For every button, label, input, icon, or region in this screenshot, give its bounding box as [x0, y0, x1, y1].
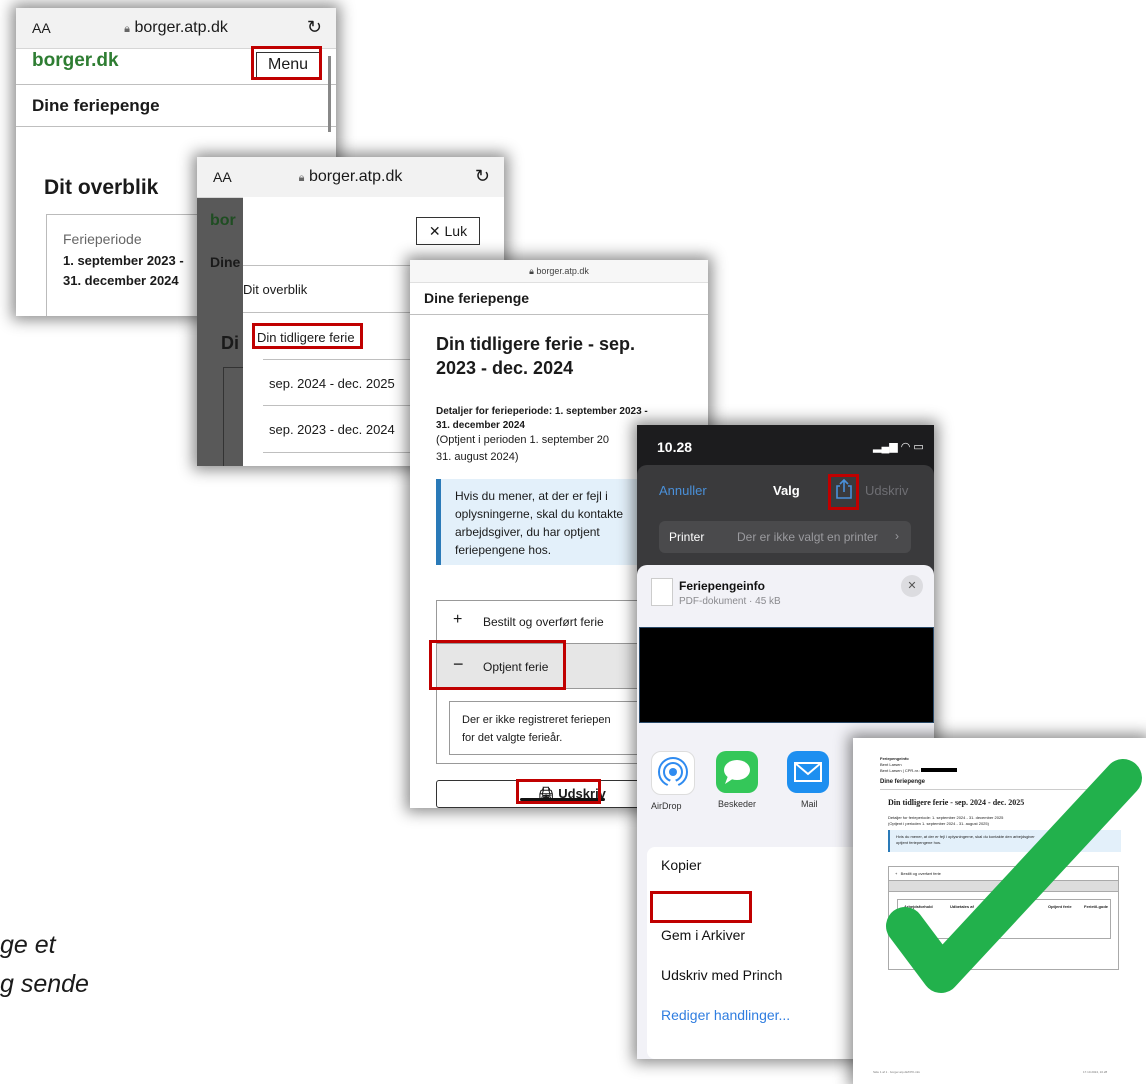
app-label: AirDrop — [651, 801, 682, 811]
close-button[interactable]: ✕ Luk — [416, 217, 480, 245]
caption-line1: ge et — [0, 931, 56, 959]
reload-icon[interactable]: ↻ — [307, 17, 322, 38]
highlight-menu-button — [251, 46, 322, 80]
menu-item-2023-2024[interactable]: sep. 2023 - dec. 2024 — [269, 422, 395, 437]
action-edit-actions[interactable]: Rediger handlinger... — [661, 1007, 790, 1023]
highlight-share-icon — [828, 474, 859, 510]
overview-title: Dit overblik — [44, 176, 159, 199]
info-line1: Hvis du mener, at der er fejl i — [455, 489, 608, 503]
sheet-title: Valg — [773, 483, 800, 498]
empty-line1: Der er ikke registreret feriepen — [462, 714, 611, 726]
empty-line2: for det valgte ferieår. — [462, 732, 563, 744]
mail-icon — [787, 751, 829, 793]
dimmed-heading: Di — [221, 333, 239, 353]
status-time: 10.28 — [657, 439, 693, 455]
share-app-mail[interactable]: Mail — [787, 751, 835, 811]
contact-suggestions-redacted — [639, 627, 934, 723]
status-icons: ▂▄▆ ◠ ▭ — [873, 441, 924, 453]
highlight-earned-holiday — [429, 640, 566, 690]
messages-icon — [716, 751, 758, 793]
section-title: Dine feriepenge — [32, 96, 160, 115]
page-heading-line2: 2023 - dec. 2024 — [436, 358, 574, 378]
checkmark-icon — [886, 759, 1142, 993]
earned-line2: 31. august 2024) — [436, 451, 519, 463]
action-copy[interactable]: Kopier — [661, 857, 701, 873]
highlight-print-button — [516, 779, 601, 804]
highlight-previous-holiday — [252, 323, 363, 349]
printer-label: Printer — [669, 530, 705, 544]
page-heading-line1: Din tidligere ferie - sep. — [436, 334, 636, 354]
lock-icon: 🔒︎ — [529, 266, 534, 276]
print-action[interactable]: Udskriv — [865, 483, 908, 498]
url-text[interactable]: 🔒︎ borger.atp.dk — [197, 168, 504, 186]
printer-value: Der er ikke valgt en printer — [737, 530, 878, 544]
lock-icon: 🔒︎ — [124, 23, 130, 35]
plus-icon: + — [453, 611, 463, 628]
document-thumbnail — [651, 578, 673, 606]
app-label: Mail — [801, 799, 818, 809]
info-line2: oplysningerne, skal du kontakte — [455, 507, 624, 521]
app-label: Beskeder — [718, 799, 757, 809]
earned-line1: (Optjent i perioden 1. september 20 — [436, 434, 610, 446]
scrollbar[interactable] — [328, 56, 331, 132]
info-line4: feriepengene hos. — [455, 543, 552, 557]
details-line1: Detaljer for ferieperiode: 1. september … — [436, 406, 648, 417]
dimmed-nav: Dine — [210, 254, 241, 270]
period-line1: 1. september 2023 - — [63, 253, 184, 268]
url-text[interactable]: 🔒︎ borger.atp.dk — [16, 19, 336, 37]
share-app-messages[interactable]: Beskeder — [716, 751, 766, 811]
menu-item-overview[interactable]: Dit overblik — [243, 282, 307, 297]
info-line3: arbejdsgiver, du har optjent — [455, 525, 600, 539]
close-button-label: Luk — [444, 223, 468, 239]
dimmed-card — [223, 367, 244, 466]
period-label: Ferieperiode — [63, 231, 142, 247]
caption-line2: g sende — [0, 970, 89, 998]
menu-item-2024-2025[interactable]: sep. 2024 - dec. 2025 — [269, 376, 395, 391]
action-save-to-files[interactable]: Gem i Arkiver — [661, 927, 745, 943]
airdrop-icon — [651, 751, 695, 795]
share-app-airdrop[interactable]: AirDrop — [651, 751, 695, 811]
document-subtitle: PDF-dokument · 45 kB — [679, 596, 781, 607]
period-line2: 31. december 2024 — [63, 273, 179, 288]
close-icon[interactable]: ✕ — [901, 575, 923, 597]
printer-row[interactable]: Printer Der er ikke valgt en printer › — [659, 521, 911, 553]
browser-address-bar[interactable]: 🔒︎ borger.atp.dk — [410, 260, 708, 283]
accordion-label: Bestilt og overført ferie — [483, 615, 604, 629]
close-icon: ✕ — [428, 223, 441, 239]
chevron-right-icon: › — [895, 529, 899, 543]
reload-icon[interactable]: ↻ — [475, 166, 490, 187]
lock-icon: 🔒︎ — [298, 172, 305, 184]
highlight-save-to-files — [650, 891, 752, 923]
browser-address-bar[interactable]: AA 🔒︎ borger.atp.dk ↻ — [16, 8, 336, 49]
cancel-button[interactable]: Annuller — [659, 483, 707, 498]
dimmed-logo: bor — [210, 212, 236, 229]
details-line2: 31. december 2024 — [436, 420, 525, 431]
browser-address-bar[interactable]: AA 🔒︎ borger.atp.dk ↻ — [197, 157, 504, 198]
pdf-preview: Feriepengeinfo Bent Larsen Bent Larsen |… — [853, 738, 1146, 1084]
document-title: Feriepengeinfo — [679, 579, 766, 593]
section-title: Dine feriepenge — [424, 290, 530, 306]
site-logo[interactable]: borger.dk — [32, 50, 119, 72]
action-print-princh[interactable]: Udskriv med Princh — [661, 967, 782, 983]
